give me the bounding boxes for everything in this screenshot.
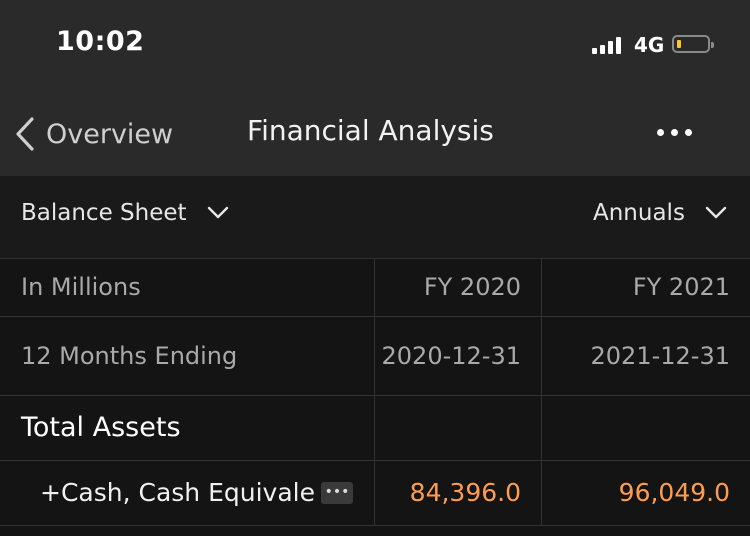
more-options-icon[interactable] [657, 120, 701, 144]
statement-dropdown[interactable]: Balance Sheet [21, 200, 229, 226]
page-title: Financial Analysis [247, 114, 494, 147]
status-time: 10:02 [56, 26, 145, 57]
row-value-fy2021 [541, 395, 750, 460]
period-ending-2020: 2020-12-31 [374, 316, 541, 395]
header-units: In Millions [21, 273, 141, 301]
period-dropdown[interactable]: Annuals [593, 200, 727, 226]
header-fy2020: FY 2020 [374, 258, 541, 316]
navigation-bar: Overview Financial Analysis [0, 90, 750, 176]
row-label-text: +Cash, Cash Equivale [40, 478, 315, 507]
period-ending-label: 12 Months Ending [21, 341, 238, 370]
expand-label-button[interactable]: ••• [320, 481, 353, 504]
status-bar: 10:02 4G [0, 0, 750, 90]
network-type: 4G [634, 33, 665, 57]
chevron-left-icon [16, 117, 34, 151]
selector-row: Balance Sheet Annuals [0, 176, 750, 259]
header-fy2021: FY 2021 [541, 258, 750, 316]
period-ending-2021: 2021-12-31 [541, 316, 750, 395]
signal-strength-icon [592, 36, 626, 54]
back-label: Overview [46, 118, 174, 150]
battery-icon [672, 35, 714, 53]
row-value-fy2020: 84,396.0 [374, 460, 541, 525]
row-label: Total Assets [21, 412, 181, 443]
table-row[interactable]: Total Assets [0, 395, 750, 461]
period-ending-row: 12 Months Ending 2020-12-31 2021-12-31 [0, 316, 750, 396]
row-value-fy2020 [374, 395, 541, 460]
statement-label: Balance Sheet [21, 200, 187, 226]
row-label: +Cash, Cash Equivale ••• [0, 460, 374, 525]
table-header-row: In Millions FY 2020 FY 2021 [0, 258, 750, 317]
chevron-down-icon [207, 206, 228, 219]
row-value-fy2021: 96,049.0 [541, 460, 750, 525]
back-button[interactable]: Overview [14, 114, 173, 154]
table-row[interactable]: +Cash, Cash Equivale ••• 84,396.0 96,049… [0, 460, 750, 526]
period-label: Annuals [593, 200, 685, 226]
chevron-down-icon [705, 206, 727, 219]
